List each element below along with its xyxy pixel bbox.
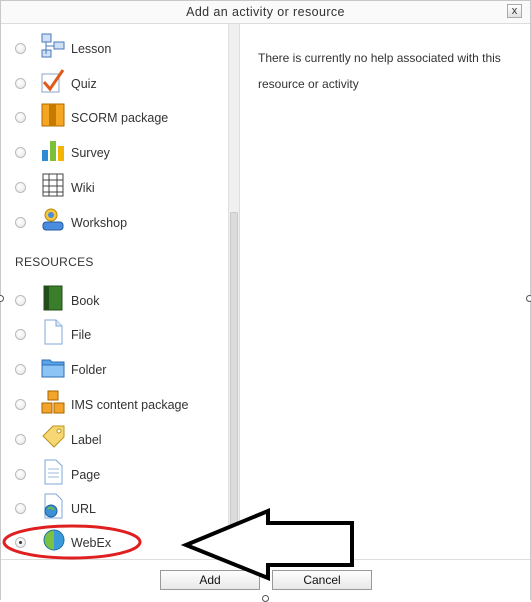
annotation-overlay [2, 508, 354, 581]
highlight-ellipse [2, 524, 142, 560]
pointer-arrow [180, 508, 354, 581]
